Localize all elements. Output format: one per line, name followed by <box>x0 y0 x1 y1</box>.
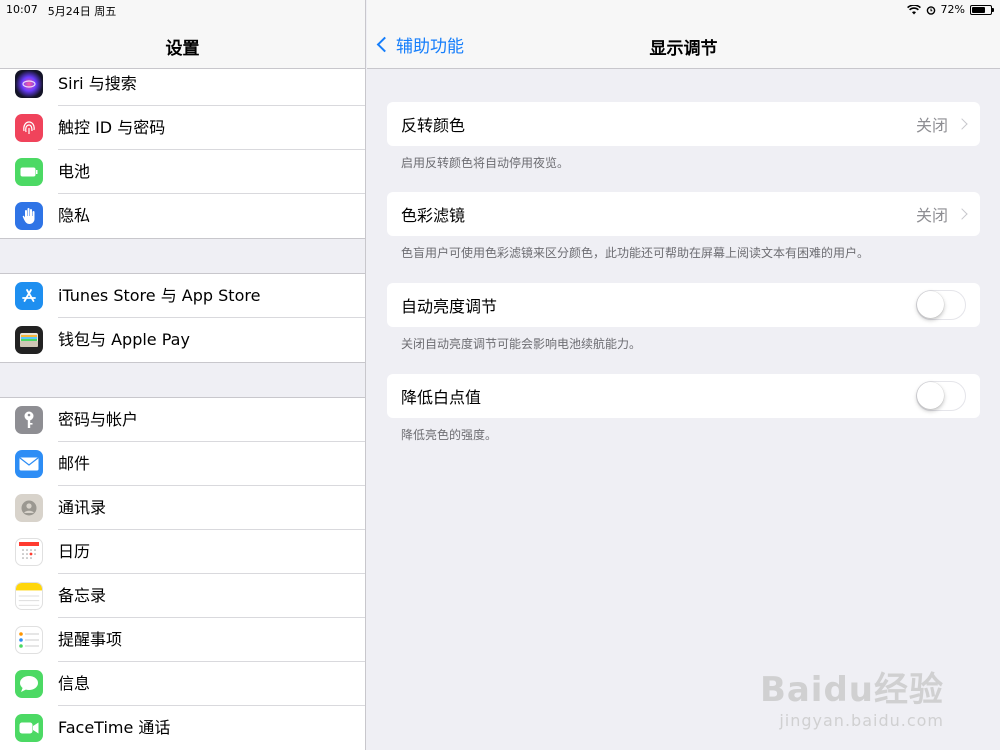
sidebar-item-passwords-accounts[interactable]: 密码与帐户 <box>0 398 365 442</box>
status-date: 5月24日 周五 <box>47 5 117 18</box>
wifi-icon <box>906 4 921 14</box>
detail-pane: 辅助功能 显示调节 反转颜色 关闭 启用反转颜色将自动停用夜览。 色彩滤镜 关闭… <box>367 0 1000 750</box>
sidebar-item-label: FaceTime 通话 <box>58 718 171 737</box>
sidebar-item-facetime[interactable]: FaceTime 通话 <box>0 706 365 750</box>
facetime-icon <box>15 714 43 742</box>
status-time: 10:07 <box>6 3 38 16</box>
row-value: 关闭 <box>915 116 948 135</box>
sidebar-item-label: Siri 与搜索 <box>58 62 365 106</box>
key-icon <box>15 406 43 434</box>
sidebar-item-mail[interactable]: 邮件 <box>0 442 365 486</box>
alarm-icon <box>926 5 935 15</box>
sidebar-item-wallet[interactable]: 钱包与 Apple Pay <box>0 318 365 362</box>
settings-group-2: iTunes Store 与 App Store 钱包与 Apple Pay <box>0 273 365 363</box>
wallet-icon <box>15 326 43 354</box>
fingerprint-icon <box>15 114 43 142</box>
hand-icon <box>15 202 43 230</box>
row-label: 降低白点值 <box>401 388 482 407</box>
sidebar-item-messages[interactable]: 信息 <box>0 662 365 706</box>
sidebar-item-label: 提醒事项 <box>58 618 365 662</box>
notes-icon <box>15 582 43 610</box>
row-label: 反转颜色 <box>401 116 466 135</box>
reminders-icon <box>15 626 43 654</box>
status-bar: 10:07 5月24日 周五 72% <box>0 0 1000 20</box>
reduce-white-point-row: 降低白点值 <box>387 374 980 418</box>
battery-percent: 72% <box>940 3 965 16</box>
sidebar-item-label: 通讯录 <box>58 486 365 530</box>
sidebar-item-calendar[interactable]: 日历 <box>0 530 365 574</box>
row-label: 色彩滤镜 <box>401 206 466 225</box>
sidebar-item-itunes-app-store[interactable]: iTunes Store 与 App Store <box>0 274 365 318</box>
auto-brightness-toggle[interactable] <box>916 290 966 320</box>
sidebar-item-reminders[interactable]: 提醒事项 <box>0 618 365 662</box>
sidebar-item-label: 触控 ID 与密码 <box>58 106 365 150</box>
chevron-right-icon <box>956 208 968 220</box>
row-label: 自动亮度调节 <box>401 297 498 316</box>
sidebar-item-label: iTunes Store 与 App Store <box>58 274 365 318</box>
watermark-url: jingyan.baidu.com <box>779 711 944 730</box>
color-filters-row[interactable]: 色彩滤镜 关闭 <box>387 192 980 236</box>
messages-icon <box>15 670 43 698</box>
auto-brightness-row: 自动亮度调节 <box>387 283 980 327</box>
settings-sidebar: 设置 Siri 与搜索 触控 ID 与密码 电池 隐私 iTunes Store… <box>0 0 366 750</box>
sidebar-item-privacy[interactable]: 隐私 <box>0 194 365 238</box>
sidebar-item-label: 信息 <box>58 662 365 706</box>
chevron-right-icon <box>956 118 968 130</box>
auto-brightness-note: 关闭自动亮度调节可能会影响电池续航能力。 <box>401 337 642 351</box>
sidebar-list: Siri 与搜索 触控 ID 与密码 电池 隐私 iTunes Store 与 … <box>0 61 365 750</box>
contacts-icon <box>15 494 43 522</box>
settings-group-3: 密码与帐户 邮件 通讯录 日历 备忘录 提醒事项 信息 FaceTime 通话 <box>0 397 365 750</box>
reduce-white-point-note: 降低亮色的强度。 <box>401 428 498 442</box>
page-title: 显示调节 <box>649 39 718 59</box>
sidebar-item-label: 密码与帐户 <box>58 398 365 442</box>
watermark-brand: Baidu经验 <box>759 670 944 710</box>
battery-icon <box>970 4 994 15</box>
sidebar-item-notes[interactable]: 备忘录 <box>0 574 365 618</box>
calendar-icon <box>15 538 43 566</box>
invert-colors-row[interactable]: 反转颜色 关闭 <box>387 102 980 146</box>
sidebar-item-battery[interactable]: 电池 <box>0 150 365 194</box>
sidebar-item-contacts[interactable]: 通讯录 <box>0 486 365 530</box>
sidebar-item-label: 备忘录 <box>58 574 365 618</box>
sidebar-title: 设置 <box>165 39 200 59</box>
app-store-icon <box>15 282 43 310</box>
row-value: 关闭 <box>915 206 948 225</box>
settings-group-1: Siri 与搜索 触控 ID 与密码 电池 隐私 <box>0 61 365 239</box>
sidebar-item-label: 钱包与 Apple Pay <box>58 330 190 349</box>
battery-icon <box>15 158 43 186</box>
sidebar-item-label: 日历 <box>58 530 365 574</box>
battery-level <box>972 6 985 13</box>
mail-icon <box>15 450 43 478</box>
siri-icon <box>15 70 43 98</box>
sidebar-item-label: 邮件 <box>58 442 365 486</box>
sidebar-item-label: 电池 <box>58 150 365 194</box>
sidebar-item-touch-id[interactable]: 触控 ID 与密码 <box>0 106 365 150</box>
reduce-white-point-toggle[interactable] <box>916 381 966 411</box>
toggle-knob <box>917 382 944 409</box>
sidebar-item-siri[interactable]: Siri 与搜索 <box>0 62 365 106</box>
color-filters-note: 色盲用户可使用色彩滤镜来区分颜色，此功能还可帮助在屏幕上阅读文本有困难的用户。 <box>401 246 870 260</box>
invert-colors-note: 启用反转颜色将自动停用夜览。 <box>401 156 570 170</box>
baidu-watermark: Baidu经验 jingyan.baidu.com <box>760 662 944 730</box>
sidebar-item-label: 隐私 <box>58 206 91 225</box>
toggle-knob <box>917 291 944 318</box>
